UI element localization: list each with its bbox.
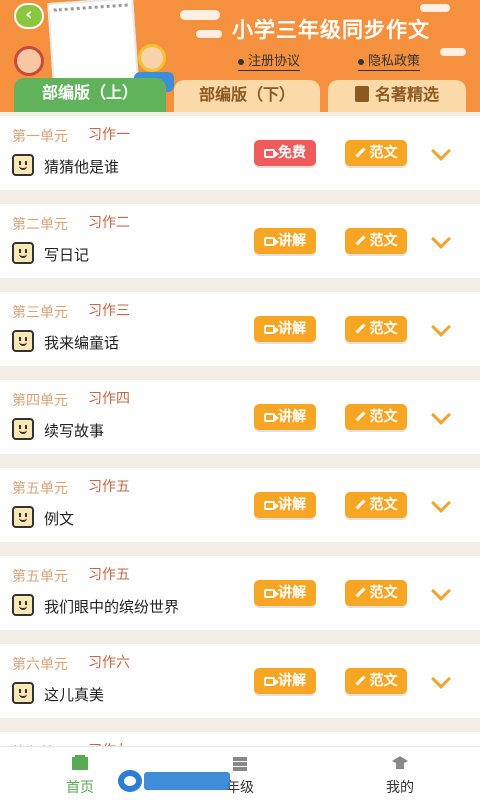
unit-label: 第一单元 <box>12 129 68 145</box>
notebook-illustration <box>47 0 139 85</box>
unit-label: 第二单元 <box>12 217 68 233</box>
sample-essay-button[interactable]: 范文 <box>345 316 407 342</box>
cloud-decoration <box>440 48 466 56</box>
sample-essay-button[interactable]: 范文 <box>345 228 407 254</box>
books-icon <box>233 757 247 771</box>
pen-icon <box>355 323 365 334</box>
video-icon <box>264 677 279 686</box>
smile-icon <box>12 594 34 616</box>
list-item[interactable]: 第五单元 习作五 我们眼中的缤纷世界 讲解 范文 <box>0 556 480 630</box>
pen-icon <box>355 411 365 422</box>
book-icon <box>354 86 369 102</box>
item-title: 猜猜他是谁 <box>44 158 120 176</box>
cloud-decoration <box>420 4 450 12</box>
zuowen-label: 习作五 <box>88 479 130 495</box>
list-item[interactable]: 第二单元 习作二 写日记 讲解 范文 <box>0 204 480 278</box>
tab-textbook-second[interactable]: 部编版（下） <box>174 80 320 112</box>
nav-home[interactable]: 首页 <box>40 747 120 800</box>
explain-video-button[interactable]: 讲解 <box>254 228 316 254</box>
sample-essay-button[interactable]: 范文 <box>345 404 407 430</box>
explain-video-button[interactable]: 讲解 <box>254 668 316 694</box>
explain-video-button[interactable]: 讲解 <box>254 580 316 606</box>
video-icon <box>264 413 279 422</box>
tab-classics[interactable]: 名著精选 <box>328 80 466 112</box>
explain-video-button[interactable]: 讲解 <box>254 404 316 430</box>
kid-illustration <box>138 44 166 72</box>
video-icon <box>264 589 279 598</box>
graduation-cap-icon <box>392 756 408 769</box>
unit-label: 第三单元 <box>12 305 68 321</box>
unit-label: 第四单元 <box>12 393 68 409</box>
unit-label: 第五单元 <box>12 481 68 497</box>
list-item[interactable]: 第五单元 习作五 例文 讲解 范文 <box>0 468 480 542</box>
cloud-decoration <box>196 30 222 38</box>
list-item[interactable]: 第三单元 习作三 我来编童话 讲解 范文 <box>0 292 480 366</box>
smile-icon <box>12 418 34 440</box>
item-title: 我们眼中的缤纷世界 <box>44 598 180 616</box>
item-title: 例文 <box>44 510 75 528</box>
list-item[interactable]: 第六单元 习作六 这儿真美 讲解 范文 <box>0 644 480 718</box>
explain-video-button[interactable]: 讲解 <box>254 316 316 342</box>
pen-icon <box>355 675 365 686</box>
chevron-down-icon[interactable] <box>431 581 451 601</box>
tab-textbook-first[interactable]: 部编版（上） <box>14 78 166 112</box>
unit-label: 第六单元 <box>12 657 68 673</box>
list-item[interactable]: 第四单元 习作四 续写故事 讲解 范文 <box>0 380 480 454</box>
video-icon <box>264 237 279 246</box>
explain-video-button[interactable]: 讲解 <box>254 492 316 518</box>
pen-icon <box>355 499 365 510</box>
chevron-down-icon[interactable] <box>431 405 451 425</box>
pen-icon <box>355 587 365 598</box>
zuowen-label: 习作二 <box>88 215 130 231</box>
page-title: 小学三年级同步作文 <box>232 18 430 42</box>
free-video-button[interactable]: 免费 <box>254 140 316 166</box>
item-title: 写日记 <box>44 246 90 264</box>
item-title: 这儿真美 <box>44 686 105 704</box>
zuowen-label: 习作六 <box>88 655 130 671</box>
chevron-down-icon[interactable] <box>431 669 451 689</box>
nav-mine[interactable]: 我的 <box>360 747 440 800</box>
list-item[interactable]: 第一单元 习作一 猜猜他是谁 免费 范文 <box>0 116 480 190</box>
register-agreement-link[interactable]: 注册协议 <box>238 50 301 71</box>
smile-icon <box>12 682 34 704</box>
sample-essay-button[interactable]: 范文 <box>345 140 407 166</box>
kid-illustration <box>14 46 44 76</box>
chevron-down-icon[interactable] <box>431 317 451 337</box>
smile-icon <box>12 330 34 352</box>
video-icon <box>264 149 279 158</box>
zuowen-label: 习作五 <box>88 567 130 583</box>
bottom-navigation: 首页 年级 我的 <box>0 746 480 800</box>
unit-label: 第五单元 <box>12 569 68 585</box>
sample-essay-button[interactable]: 范文 <box>345 580 407 606</box>
sample-essay-button[interactable]: 范文 <box>345 492 407 518</box>
smile-icon <box>12 506 34 528</box>
back-button[interactable]: ‹ <box>14 3 44 29</box>
chevron-down-icon[interactable] <box>431 141 451 161</box>
pen-icon <box>355 235 365 246</box>
pen-icon <box>355 147 365 158</box>
cloud-decoration <box>180 10 220 20</box>
smile-icon <box>12 242 34 264</box>
item-title: 续写故事 <box>44 422 105 440</box>
smile-icon <box>12 154 34 176</box>
chevron-down-icon[interactable] <box>431 493 451 513</box>
header-banner: ‹ 小学三年级同步作文 注册协议 隐私政策 部编版（上） 部编版（下） 名著精选 <box>0 0 480 112</box>
watermark-logo <box>118 770 230 792</box>
video-icon <box>264 501 279 510</box>
zuowen-label: 习作三 <box>88 303 130 319</box>
chevron-down-icon[interactable] <box>431 229 451 249</box>
privacy-policy-link[interactable]: 隐私政策 <box>358 50 421 71</box>
sample-essay-button[interactable]: 范文 <box>345 668 407 694</box>
zuowen-label: 习作一 <box>88 127 130 143</box>
zuowen-label: 习作四 <box>88 391 130 407</box>
home-icon <box>72 755 88 770</box>
item-title: 我来编童话 <box>44 334 120 352</box>
video-icon <box>264 325 279 334</box>
